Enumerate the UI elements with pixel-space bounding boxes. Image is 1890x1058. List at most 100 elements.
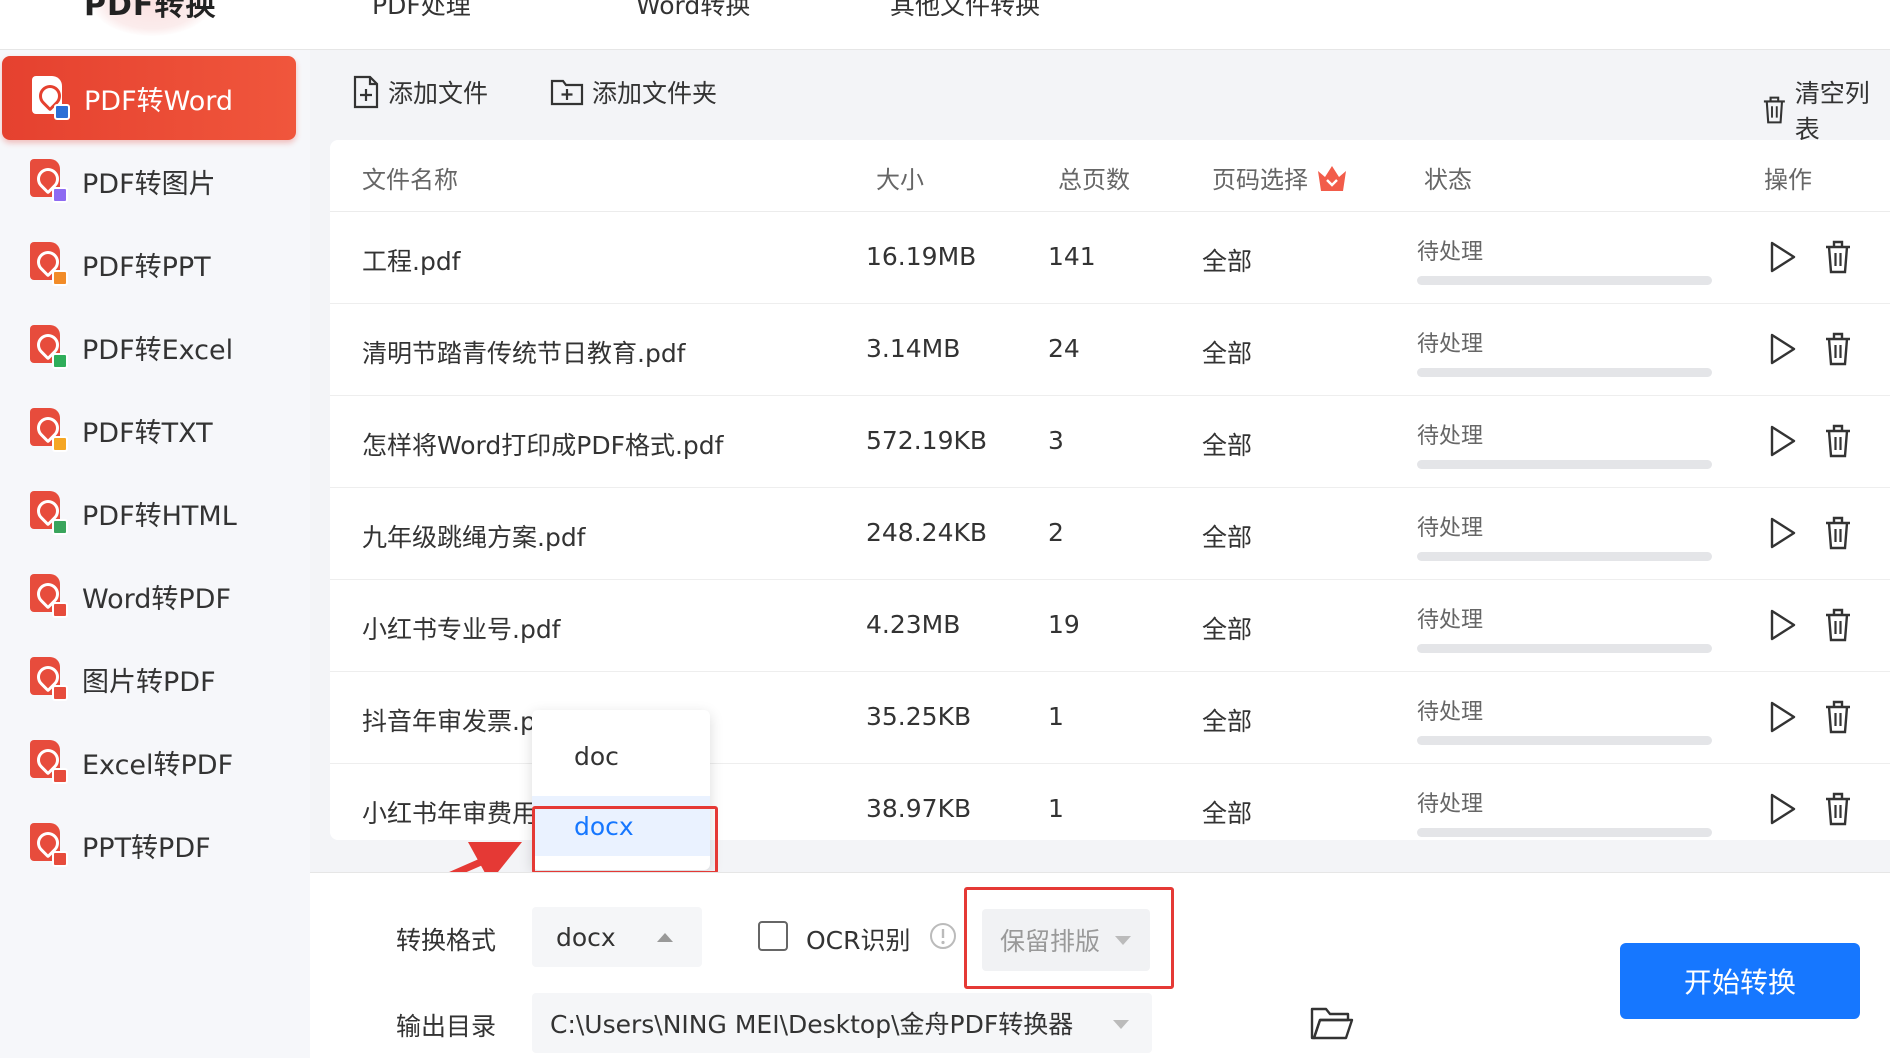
caret-down-icon (1115, 936, 1131, 945)
clear-list-label: 清空列表 (1794, 79, 1870, 144)
sidebar-item-label: PPT转PDF (82, 832, 211, 864)
add-folder-button[interactable]: 添加文件夹 (550, 74, 717, 110)
page-count-cell: 1 (1048, 702, 1064, 731)
clear-list-button[interactable]: 清空列表 (1762, 74, 1890, 146)
start-conversion-button[interactable]: 开始转换 (1620, 943, 1860, 1019)
add-folder-icon (550, 79, 584, 106)
toolbar: 添加文件 添加文件夹 清空列表 (330, 60, 1890, 144)
page-select-cell[interactable]: 全部 (1202, 334, 1252, 370)
page-select-cell[interactable]: 全部 (1202, 426, 1252, 462)
header-page-select: 页码选择 (1212, 160, 1350, 195)
table-header: 文件名称 大小 总页数 页码选择 状态 操作 (330, 140, 1890, 212)
sidebar-item-label: PDF转Word (84, 85, 234, 117)
top-navigation: PDF转换 PDF处理 Word转换 其他文件转换 (0, 0, 1890, 50)
nav-tab-word-conversion[interactable]: Word转换 (636, 0, 750, 22)
page-select-cell[interactable]: 全部 (1202, 610, 1252, 646)
format-dropdown-menu: doc docx (532, 710, 710, 870)
play-icon[interactable] (1766, 516, 1798, 550)
file-convert-icon (30, 408, 68, 452)
file-convert-icon (30, 657, 68, 701)
header-file-name: 文件名称 (362, 166, 458, 194)
sidebar-item-label: 图片转PDF (82, 666, 216, 698)
table-row: 小红书专业号.pdf 4.23MB 19 全部 待处理 (330, 580, 1890, 672)
vip-crown-icon (1318, 165, 1346, 191)
file-size-cell: 572.19KB (866, 426, 988, 455)
info-icon[interactable] (928, 921, 958, 951)
page-count-cell: 141 (1048, 242, 1096, 271)
file-name-cell: 清明节踏青传统节日教育.pdf (362, 339, 686, 368)
header-status: 状态 (1424, 166, 1472, 194)
sidebar-item-label: PDF转TXT (82, 417, 213, 449)
progress-bar (1417, 368, 1712, 377)
format-select[interactable]: docx (532, 907, 702, 967)
file-convert-icon (30, 491, 68, 535)
file-convert-icon (30, 574, 68, 618)
format-label: 转换格式 (396, 926, 497, 955)
output-dir-label: 输出目录 (396, 1012, 497, 1041)
format-option-doc[interactable]: doc (532, 726, 710, 786)
sidebar-item-6[interactable]: Word转PDF (0, 554, 296, 638)
play-icon[interactable] (1766, 700, 1798, 734)
sidebar-item-7[interactable]: 图片转PDF (0, 637, 296, 721)
output-dir-path: C:\Users\NING MEI\Desktop\金舟PDF转换器 (550, 1010, 1074, 1039)
page-select-cell[interactable]: 全部 (1202, 518, 1252, 554)
page-count-cell: 24 (1048, 334, 1080, 363)
file-size-cell: 35.25KB (866, 702, 972, 731)
play-icon[interactable] (1766, 608, 1798, 642)
header-action: 操作 (1764, 166, 1812, 194)
page-select-cell[interactable]: 全部 (1202, 794, 1252, 830)
trash-icon[interactable] (1824, 516, 1852, 550)
status-text: 待处理 (1417, 608, 1484, 633)
page-count-cell: 1 (1048, 794, 1064, 823)
sidebar-item-9[interactable]: PPT转PDF (0, 803, 296, 887)
table-row: 怎样将Word打印成PDF格式.pdf 572.19KB 3 全部 待处理 (330, 396, 1890, 488)
sidebar-item-label: PDF转图片 (82, 168, 216, 200)
format-select-value: docx (556, 922, 616, 952)
sidebar-item-4[interactable]: PDF转TXT (0, 388, 296, 472)
format-option-docx[interactable]: docx (532, 796, 710, 856)
trash-icon[interactable] (1824, 240, 1852, 274)
page-select-cell[interactable]: 全部 (1202, 242, 1252, 278)
progress-bar (1417, 460, 1712, 469)
sidebar-item-5[interactable]: PDF转HTML (0, 471, 296, 555)
sidebar: PDF转Word PDF转图片 PDF转PPT PDF转Excel PDF转TXT PDF… (0, 50, 310, 1058)
output-dir-select[interactable]: C:\Users\NING MEI\Desktop\金舟PDF转换器 (532, 993, 1152, 1053)
sidebar-item-label: PDF转PPT (82, 251, 211, 283)
play-icon[interactable] (1766, 792, 1798, 826)
trash-icon[interactable] (1824, 424, 1852, 458)
sidebar-item-8[interactable]: Excel转PDF (0, 720, 296, 804)
page-select-cell[interactable]: 全部 (1202, 702, 1252, 738)
file-convert-icon (30, 325, 68, 369)
trash-icon[interactable] (1824, 332, 1852, 366)
sidebar-item-3[interactable]: PDF转Excel (0, 305, 296, 389)
sidebar-item-0[interactable]: PDF转Word (2, 56, 296, 140)
layout-mode-select[interactable]: 保留排版 (982, 909, 1150, 971)
file-name-cell: 九年级跳绳方案.pdf (362, 523, 586, 552)
sidebar-item-1[interactable]: PDF转图片 (0, 139, 296, 223)
trash-icon[interactable] (1824, 792, 1852, 826)
trash-icon[interactable] (1824, 608, 1852, 642)
file-size-cell: 16.19MB (866, 242, 977, 271)
ocr-checkbox[interactable] (758, 921, 788, 951)
progress-bar (1417, 828, 1712, 837)
add-file-label: 添加文件 (388, 79, 489, 108)
status-text: 待处理 (1417, 516, 1484, 541)
status-text: 待处理 (1417, 424, 1484, 449)
add-file-button[interactable]: 添加文件 (352, 74, 488, 110)
nav-tab-pdf-processing[interactable]: PDF处理 (372, 0, 471, 22)
file-name-cell: 怎样将Word打印成PDF格式.pdf (362, 431, 724, 460)
play-icon[interactable] (1766, 240, 1798, 274)
file-size-cell: 4.23MB (866, 610, 961, 639)
sidebar-item-label: Excel转PDF (82, 749, 234, 781)
file-size-cell: 3.14MB (866, 334, 961, 363)
open-folder-icon[interactable] (1310, 1005, 1354, 1041)
nav-tab-other-conversion[interactable]: 其他文件转换 (890, 0, 1040, 22)
play-icon[interactable] (1766, 424, 1798, 458)
file-convert-icon (32, 76, 70, 120)
sidebar-item-2[interactable]: PDF转PPT (0, 222, 296, 306)
file-convert-icon (30, 159, 68, 203)
progress-bar (1417, 552, 1712, 561)
trash-icon[interactable] (1824, 700, 1852, 734)
play-icon[interactable] (1766, 332, 1798, 366)
progress-bar (1417, 736, 1712, 745)
